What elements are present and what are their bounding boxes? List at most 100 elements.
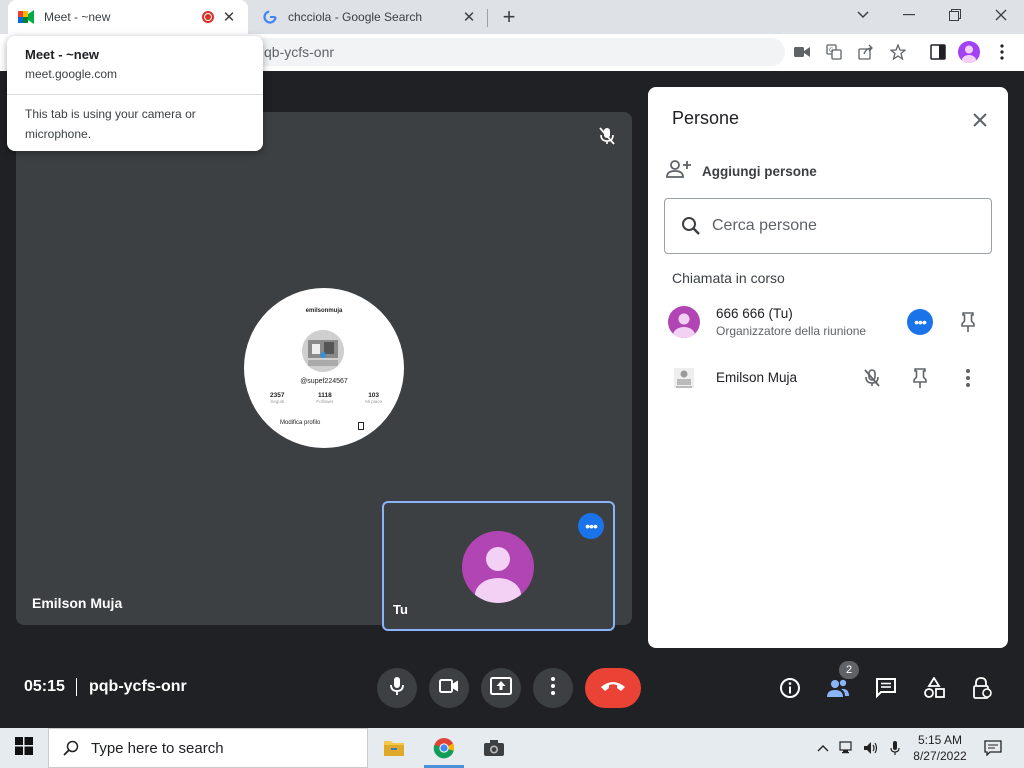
recording-indicator-icon xyxy=(202,11,214,23)
more-options-icon[interactable]: ••• xyxy=(578,513,604,539)
network-icon[interactable] xyxy=(838,739,856,757)
close-window-button[interactable] xyxy=(978,0,1024,30)
tab-hover-card: Meet - ~new meet.google.com This tab is … xyxy=(7,36,263,151)
minimize-button[interactable] xyxy=(886,0,932,30)
mic-off-icon xyxy=(596,125,618,147)
more-vert-icon[interactable] xyxy=(956,366,980,390)
profile-picture xyxy=(302,330,344,372)
camera-in-use-icon[interactable] xyxy=(792,42,812,62)
participant-avatar xyxy=(668,306,700,338)
hover-card-message: This tab is using your camera or microph… xyxy=(25,107,196,141)
meeting-time: 05:15 xyxy=(24,678,65,695)
tab-title: chcciola - Google Search xyxy=(288,10,423,24)
videocam-icon xyxy=(439,678,459,698)
tab-search-chevron-icon[interactable] xyxy=(840,0,886,30)
tab-meet[interactable]: Meet - ~new ✕ xyxy=(8,0,248,34)
camera-button[interactable] xyxy=(429,668,469,708)
divider xyxy=(76,678,77,696)
shared-screen-preview: emilsonmuja @supef224567 2357 Seguiti 11… xyxy=(244,288,404,448)
close-icon[interactable] xyxy=(968,108,992,132)
browser-menu-icon[interactable] xyxy=(992,42,1012,62)
google-icon xyxy=(262,9,278,25)
windows-start-button[interactable] xyxy=(0,728,48,768)
taskbar-search-box[interactable]: Type here to search xyxy=(48,728,368,768)
chevron-up-icon[interactable] xyxy=(814,739,832,757)
side-panel-icon[interactable] xyxy=(928,42,948,62)
activities-icon[interactable] xyxy=(922,676,946,700)
notifications-icon[interactable] xyxy=(984,739,1002,757)
profile-avatar[interactable] xyxy=(958,41,980,63)
presenter-name: Emilson Muja xyxy=(32,595,123,611)
mic-icon xyxy=(388,676,406,701)
search-people-input[interactable] xyxy=(712,214,972,238)
present-screen-button[interactable] xyxy=(481,668,521,708)
clock-date: 8/27/2022 xyxy=(913,749,967,763)
more-options-icon[interactable]: ••• xyxy=(907,309,933,335)
search-icon xyxy=(680,215,702,237)
tab-google-search[interactable]: chcciola - Google Search ✕ xyxy=(252,0,488,34)
svg-text:G: G xyxy=(829,47,834,54)
share-icon[interactable] xyxy=(856,42,876,62)
bookmark-icon xyxy=(358,422,364,430)
microphone-tray-icon[interactable] xyxy=(886,739,904,757)
profile-stats: 2357 Seguiti 1118 Follower 103 Mi piace xyxy=(270,392,382,404)
windows-logo-icon xyxy=(15,736,33,760)
people-count-badge: 2 xyxy=(839,661,859,679)
leave-call-button[interactable] xyxy=(585,668,641,708)
translate-icon[interactable]: G xyxy=(824,42,844,62)
add-people-label: Aggiungi persone xyxy=(702,163,817,179)
tab-separator xyxy=(487,9,488,27)
hover-card-url: meet.google.com xyxy=(25,67,118,81)
camera-app-icon[interactable] xyxy=(470,728,518,768)
self-avatar xyxy=(462,531,534,603)
people-icon[interactable] xyxy=(826,676,850,700)
stat-value: 103 xyxy=(368,392,380,399)
more-options-button[interactable] xyxy=(533,668,573,708)
participant-role: Organizzatore della riunione xyxy=(716,324,867,338)
stat-label: Follower xyxy=(316,399,334,404)
clock-time: 5:15 AM xyxy=(917,733,963,747)
stat-value: 1118 xyxy=(317,392,332,399)
add-people-button[interactable]: Aggiungi persone xyxy=(666,158,817,184)
panel-title: Persone xyxy=(672,108,740,128)
taskbar-clock[interactable]: 5:15 AM 8/27/2022 xyxy=(906,732,974,764)
stat-likes: 103 Mi piace xyxy=(365,392,382,404)
chrome-icon[interactable] xyxy=(420,728,468,768)
stat-label: Seguiti xyxy=(270,399,285,404)
search-icon xyxy=(63,740,79,756)
participant-avatar xyxy=(668,362,700,394)
bookmark-star-icon[interactable] xyxy=(888,42,908,62)
restore-button[interactable] xyxy=(932,0,978,30)
volume-icon[interactable] xyxy=(862,739,880,757)
self-tile-name: Tu xyxy=(393,602,408,617)
file-explorer-icon[interactable] xyxy=(370,728,418,768)
pin-icon[interactable] xyxy=(908,366,932,390)
pin-icon[interactable] xyxy=(956,310,980,334)
shared-username: emilsonmuja xyxy=(305,308,343,314)
host-controls-icon[interactable] xyxy=(970,676,994,700)
stat-following: 2357 Seguiti xyxy=(270,392,284,404)
new-tab-button[interactable]: + xyxy=(496,4,522,30)
participant-name: Emilson Muja xyxy=(716,370,798,385)
close-icon[interactable]: ✕ xyxy=(460,8,478,26)
meeting-info-icon[interactable] xyxy=(778,676,802,700)
mic-off-icon[interactable] xyxy=(860,366,884,390)
present-to-all-icon xyxy=(490,676,512,700)
divider xyxy=(7,94,263,95)
person-add-icon xyxy=(666,159,692,184)
chat-icon[interactable] xyxy=(874,676,898,700)
stat-followers: 1118 Follower xyxy=(316,392,333,404)
taskbar-search-placeholder: Type here to search xyxy=(91,739,224,757)
address-text[interactable]: qb-ycfs-onr xyxy=(264,44,334,60)
shared-handle: @supef224567 xyxy=(300,378,348,385)
section-heading: Chiamata in corso xyxy=(672,270,785,286)
stat-value: 2357 xyxy=(270,392,285,399)
close-icon[interactable]: ✕ xyxy=(220,8,238,26)
call-end-icon xyxy=(600,679,626,697)
participant-name: 666 666 (Tu) xyxy=(716,306,793,321)
meeting-code: pqb-ycfs-onr xyxy=(89,678,187,695)
microphone-button[interactable] xyxy=(377,668,417,708)
more-vert-icon xyxy=(551,676,555,700)
tab-title: Meet - ~new xyxy=(44,10,111,24)
stat-label: Mi piace xyxy=(365,399,382,404)
